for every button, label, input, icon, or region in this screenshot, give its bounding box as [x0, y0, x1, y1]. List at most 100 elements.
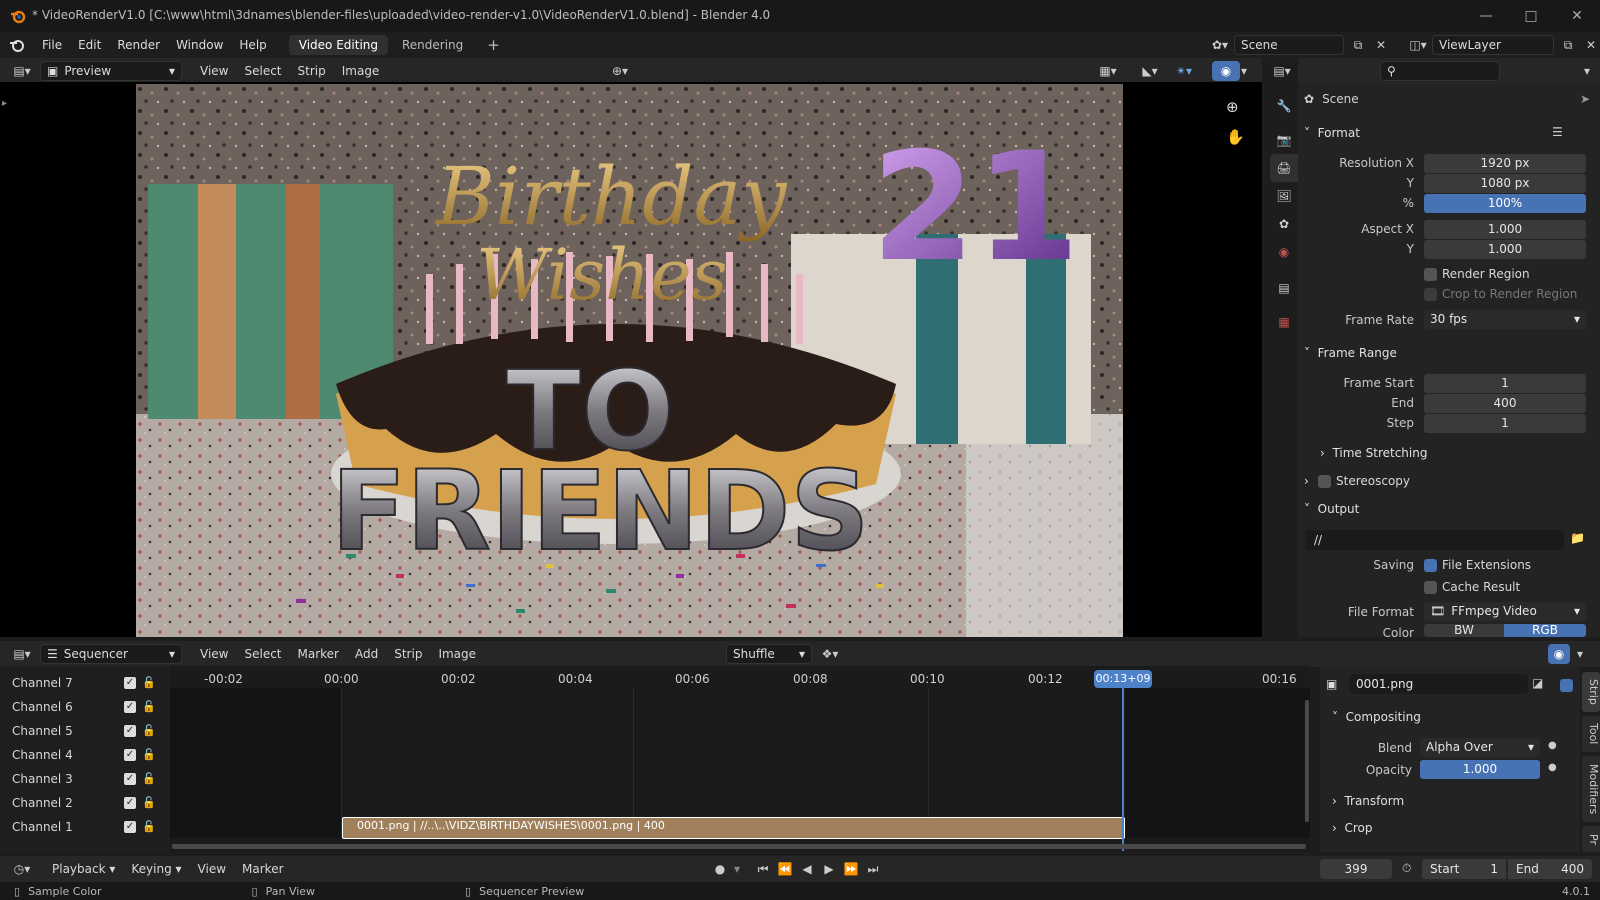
texture-tab-icon[interactable]: ▦	[1270, 308, 1298, 336]
vertical-scrollbar[interactable]	[1305, 700, 1309, 822]
new-scene-icon[interactable]: ⧉	[1344, 35, 1372, 55]
tab-tool[interactable]: Tool	[1582, 716, 1600, 752]
channel-row[interactable]: Channel 7 ✓ 🔓	[0, 672, 170, 694]
menu-playback[interactable]: Playback ▾	[44, 856, 123, 882]
seq-menu-strip[interactable]: Strip	[386, 641, 430, 667]
crop-region-checkbox[interactable]	[1424, 288, 1437, 301]
tab-proxy[interactable]: Pr	[1582, 826, 1600, 852]
seq-overlay-dropdown-icon[interactable]: ▾	[1572, 644, 1588, 664]
channel-mute-checkbox[interactable]: ✓	[124, 797, 136, 809]
channel-row[interactable]: Channel 3 ✓ 🔓	[0, 768, 170, 790]
pivot-icon[interactable]: ⊕▾	[606, 61, 634, 81]
expand-left-icon[interactable]: ▸	[2, 98, 7, 109]
format-panel-header[interactable]: ˅ Format	[1304, 126, 1360, 140]
output-panel-header[interactable]: ˅ Output	[1304, 502, 1359, 516]
menu-help[interactable]: Help	[231, 32, 274, 58]
jump-end-icon[interactable]: ⏭	[864, 859, 882, 879]
blend-keyframe-icon[interactable]: ●	[1548, 740, 1557, 751]
tab-modifiers[interactable]: Modifiers	[1582, 756, 1600, 822]
strip-mute-checkbox[interactable]	[1560, 679, 1573, 692]
frame-step-field[interactable]: 1	[1424, 414, 1586, 433]
aspect-x-field[interactable]: 1.000	[1424, 220, 1586, 239]
record-dropdown-icon[interactable]: ▾	[734, 862, 740, 876]
strip-color-icon[interactable]: ◪	[1532, 676, 1543, 690]
channels-display-icon[interactable]: ▦▾	[1094, 61, 1122, 81]
resolution-y-field[interactable]: 1080 px	[1424, 174, 1586, 193]
close-icon[interactable]: ✕	[1567, 6, 1587, 26]
delete-scene-icon[interactable]: ✕	[1372, 35, 1390, 55]
overlap-mode-dropdown[interactable]: Shuffle ▾	[726, 644, 812, 664]
horizontal-scrollbar[interactable]	[172, 844, 1306, 849]
frame-start-field[interactable]: 1	[1424, 374, 1586, 393]
opacity-keyframe-icon[interactable]: ●	[1548, 762, 1557, 773]
scene-name[interactable]: Scene	[1234, 35, 1344, 55]
channel-mute-checkbox[interactable]: ✓	[124, 749, 136, 761]
menu-window[interactable]: Window	[168, 32, 231, 58]
delete-viewlayer-icon[interactable]: ✕	[1582, 35, 1600, 55]
seq-menu-view[interactable]: View	[192, 641, 236, 667]
menu-strip[interactable]: Strip	[290, 58, 334, 84]
output-tab-icon[interactable]: 🖨	[1270, 154, 1298, 182]
menu-view[interactable]: View	[192, 58, 236, 84]
resolution-pct-field[interactable]: 100%	[1424, 194, 1586, 213]
presets-icon[interactable]: ☰	[1552, 125, 1563, 139]
menu-image[interactable]: Image	[334, 58, 388, 84]
folder-icon[interactable]: 📁	[1570, 531, 1585, 545]
lock-icon[interactable]: 🔓	[142, 792, 156, 814]
scene-tab-icon[interactable]: ✿	[1270, 210, 1298, 238]
channel-row[interactable]: Channel 2 ✓ 🔓	[0, 792, 170, 814]
current-frame-field[interactable]: 399	[1320, 859, 1392, 879]
lock-icon[interactable]: 🔓	[142, 672, 156, 694]
channel-row[interactable]: Channel 5 ✓ 🔓	[0, 720, 170, 742]
start-frame-field[interactable]: Start 1	[1422, 859, 1506, 879]
blender-menu-icon[interactable]	[0, 37, 34, 53]
overlay-dropdown-icon[interactable]: ▾	[1236, 61, 1252, 81]
channel-row[interactable]: Channel 4 ✓ 🔓	[0, 744, 170, 766]
crop-panel-header[interactable]: › Crop	[1332, 821, 1372, 835]
stopwatch-icon[interactable]: ⏱	[1402, 861, 1411, 876]
color-bw-button[interactable]: BW	[1424, 624, 1504, 637]
pin-icon[interactable]: ➤	[1580, 92, 1590, 106]
stereoscopy-checkbox[interactable]	[1318, 475, 1331, 488]
tool-tab-icon[interactable]: 🔧	[1270, 92, 1298, 120]
collection-tab-icon[interactable]: ▤	[1270, 274, 1298, 302]
file-format-dropdown[interactable]: 🎞 FFmpeg Video ▾	[1424, 602, 1586, 621]
blend-dropdown[interactable]: Alpha Over ▾	[1420, 738, 1540, 757]
menu-render[interactable]: Render	[109, 32, 168, 58]
properties-search-input[interactable]: ⚲	[1380, 61, 1500, 81]
frame-rate-dropdown[interactable]: 30 fps ▾	[1424, 310, 1586, 329]
seq-menu-image[interactable]: Image	[430, 641, 484, 667]
opacity-field[interactable]: 1.000	[1420, 760, 1540, 779]
maximize-icon[interactable]: □	[1521, 6, 1541, 26]
world-tab-icon[interactable]: ◉	[1270, 238, 1298, 266]
new-viewlayer-icon[interactable]: ⧉	[1554, 35, 1582, 55]
channel-mute-checkbox[interactable]: ✓	[124, 725, 136, 737]
view-layer-tab-icon[interactable]: 🖼	[1270, 182, 1298, 210]
channel-mute-checkbox[interactable]: ✓	[124, 677, 136, 689]
render-region-checkbox[interactable]	[1424, 268, 1437, 281]
seq-overlay-icon[interactable]: ◉	[1548, 644, 1570, 664]
tab-rendering[interactable]: Rendering	[392, 35, 473, 55]
minimize-icon[interactable]: —	[1476, 6, 1496, 26]
gizmo-icon[interactable]: ✴▾	[1170, 61, 1198, 81]
viewlayer-name[interactable]: ViewLayer	[1432, 35, 1554, 55]
menu-timeline-view[interactable]: View	[190, 856, 234, 882]
menu-keying[interactable]: Keying ▾	[123, 856, 189, 882]
add-workspace-icon[interactable]: +	[477, 35, 510, 55]
record-icon[interactable]: ●	[706, 859, 734, 879]
file-extensions-checkbox[interactable]	[1424, 559, 1437, 572]
end-frame-field[interactable]: End 400	[1508, 859, 1592, 879]
chevron-down-icon[interactable]: ▾	[1584, 64, 1590, 78]
stereoscopy-panel-header[interactable]: ›	[1304, 474, 1309, 488]
channel-mute-checkbox[interactable]: ✓	[124, 773, 136, 785]
seq-menu-add[interactable]: Add	[347, 641, 386, 667]
jump-keyframe-back-icon[interactable]: ⏪	[776, 859, 794, 879]
editor-type-icon[interactable]: ▤▾	[8, 61, 36, 81]
editor-type-seq-icon[interactable]: ▤▾	[8, 644, 36, 664]
tab-strip[interactable]: Strip	[1582, 672, 1600, 712]
menu-file[interactable]: File	[34, 32, 70, 58]
compositing-panel-header[interactable]: ˅ Compositing	[1332, 710, 1421, 724]
viewlayer-selector[interactable]: ◫▾ ViewLayer ⧉ ✕	[1404, 35, 1600, 55]
playhead-marker[interactable]: 00:13+09	[1094, 670, 1152, 688]
sequencer-mode-dropdown[interactable]: ☰ Sequencer ▾	[40, 644, 182, 664]
